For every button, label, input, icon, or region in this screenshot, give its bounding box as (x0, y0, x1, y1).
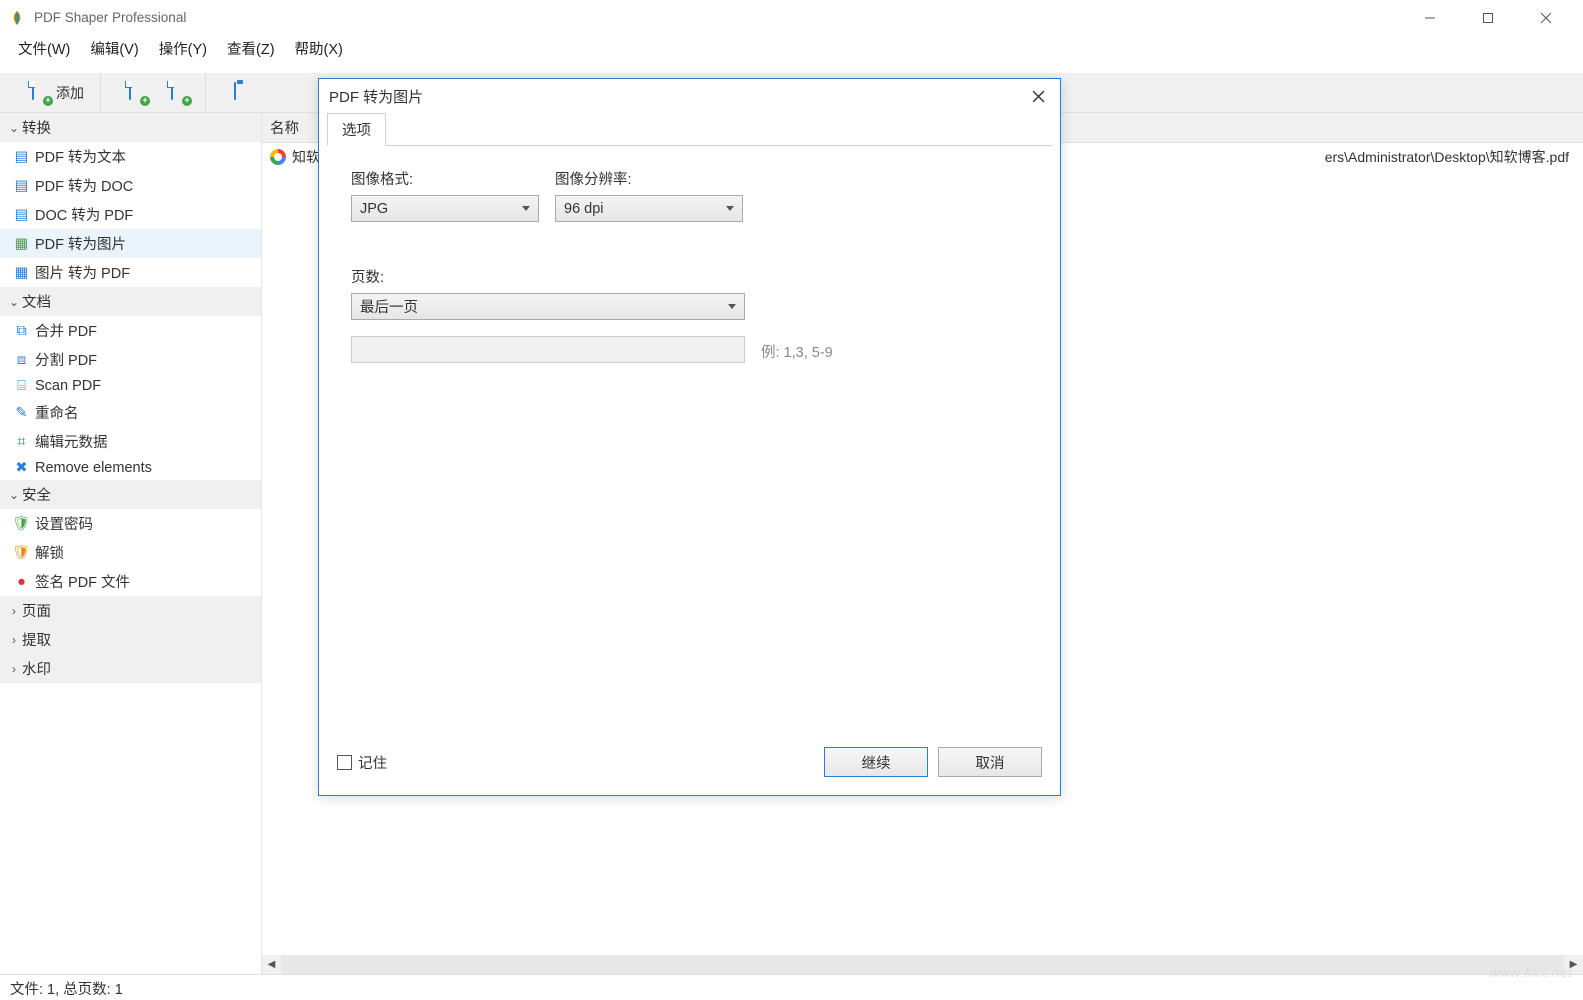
add-doc-icon: + (171, 83, 189, 103)
file-name-truncated: 知软 (292, 147, 320, 167)
dialog-body: 图像格式: JPG 图像分辨率: 96 dpi 页数: 最后一页 例: 1,3,… (319, 146, 1060, 741)
watermark: www.kkx.net (1490, 965, 1573, 980)
tree-item-image-to-pdf[interactable]: ▦图片 转为 PDF (0, 258, 261, 287)
tree-item-unlock[interactable]: 🛡解锁 (0, 538, 261, 567)
add-folder-button[interactable]: + (121, 79, 155, 107)
dialog-close-button[interactable] (1026, 84, 1050, 108)
horizontal-scrollbar[interactable]: ◀ ▶ (0, 955, 1583, 974)
split-icon: ⧈ (14, 352, 29, 367)
select-image-format[interactable]: JPG (351, 195, 539, 222)
scan-icon: ⌸ (14, 379, 29, 394)
remember-checkbox[interactable]: 记住 (337, 752, 387, 773)
scroll-track[interactable] (281, 955, 1564, 974)
file-path-tail: ers\Administrator\Desktop\知软博客.pdf (1325, 147, 1569, 167)
merge-icon: ⧉ (14, 323, 29, 338)
scroll-left-button[interactable]: ◀ (262, 955, 281, 974)
rename-icon: ✎ (14, 405, 29, 420)
menu-file[interactable]: 文件(W) (8, 34, 80, 63)
tree-item-merge[interactable]: ⧉合并 PDF (0, 316, 261, 345)
tree-group-extract[interactable]: ›提取 (0, 625, 261, 654)
window-controls (1401, 0, 1575, 35)
tree-group-watermark[interactable]: ›水印 (0, 654, 261, 683)
cancel-button[interactable]: 取消 (938, 747, 1042, 777)
titlebar: PDF Shaper Professional (0, 0, 1583, 35)
dialog-tab-options[interactable]: 选项 (327, 113, 386, 146)
shield-icon: 🛡 (14, 516, 29, 531)
close-button[interactable] (1517, 0, 1575, 35)
chrome-icon (270, 149, 286, 165)
tree-group-security[interactable]: ⌄安全 (0, 480, 261, 509)
tree-group-document[interactable]: ⌄文档 (0, 287, 261, 316)
tree-item-scan[interactable]: ⌸Scan PDF (0, 374, 261, 398)
add-button[interactable]: + 添加 (24, 79, 92, 107)
tree-item-remove-elements[interactable]: ✖Remove elements (0, 456, 261, 480)
pages-range-input (351, 336, 745, 363)
add-button-label: 添加 (56, 83, 84, 103)
tree-item-split[interactable]: ⧈分割 PDF (0, 345, 261, 374)
tree-item-pdf-to-doc[interactable]: ▤PDF 转为 DOC (0, 171, 261, 200)
clipboard-icon (234, 83, 252, 103)
app-logo-icon (8, 9, 26, 27)
image-to-pdf-icon: ▦ (14, 265, 29, 280)
tree-item-pdf-to-text[interactable]: ▤PDF 转为文本 (0, 142, 261, 171)
image-file-icon: ▦ (14, 236, 29, 251)
unlock-icon: 🛡 (14, 545, 29, 560)
tree-item-pdf-to-image[interactable]: ▦PDF 转为图片 (0, 229, 261, 258)
menu-edit[interactable]: 编辑(V) (80, 34, 148, 63)
add-file-icon: + (32, 83, 50, 103)
label-image-format: 图像格式: (351, 168, 539, 189)
doc-file-icon: ▤ (14, 178, 29, 193)
menu-help[interactable]: 帮助(X) (285, 34, 353, 63)
minimize-button[interactable] (1401, 0, 1459, 35)
tree-group-pages[interactable]: ›页面 (0, 596, 261, 625)
tree-group-convert[interactable]: ⌄转换 (0, 113, 261, 142)
dialog-tabs: 选项 (327, 113, 1052, 146)
label-pages: 页数: (351, 266, 1028, 287)
pdf-file-icon: ▤ (14, 207, 29, 222)
select-dpi[interactable]: 96 dpi (555, 195, 743, 222)
remove-elements-icon: ✖ (14, 461, 29, 476)
metadata-icon: ⌗ (14, 434, 29, 449)
maximize-button[interactable] (1459, 0, 1517, 35)
paste-button[interactable] (226, 79, 260, 107)
label-dpi: 图像分辨率: (555, 168, 743, 189)
dialog-title: PDF 转为图片 (329, 86, 423, 107)
text-file-icon: ▤ (14, 149, 29, 164)
pages-example-hint: 例: 1,3, 5-9 (761, 337, 833, 362)
add-doc-button[interactable]: + (163, 79, 197, 107)
dialog-titlebar: PDF 转为图片 (319, 79, 1060, 113)
tree-item-metadata[interactable]: ⌗编辑元数据 (0, 427, 261, 456)
dialog-footer: 记住 继续 取消 (319, 741, 1060, 795)
checkbox-box-icon (337, 755, 352, 770)
add-folder-icon: + (129, 83, 147, 103)
menu-action[interactable]: 操作(Y) (149, 34, 217, 63)
stamp-icon: ● (14, 574, 29, 589)
menu-view[interactable]: 查看(Z) (217, 34, 285, 63)
sidebar: ⌄转换 ▤PDF 转为文本 ▤PDF 转为 DOC ▤DOC 转为 PDF ▦P… (0, 113, 262, 955)
tree-item-rename[interactable]: ✎重命名 (0, 398, 261, 427)
tree-item-doc-to-pdf[interactable]: ▤DOC 转为 PDF (0, 200, 261, 229)
tree-item-password[interactable]: 🛡设置密码 (0, 509, 261, 538)
select-pages[interactable]: 最后一页 (351, 293, 745, 320)
continue-button[interactable]: 继续 (824, 747, 928, 777)
statusbar: 文件: 1, 总页数: 1 (0, 974, 1583, 1000)
menubar: 文件(W) 编辑(V) 操作(Y) 查看(Z) 帮助(X) (0, 35, 1583, 63)
app-title: PDF Shaper Professional (34, 10, 1401, 25)
tree-item-sign[interactable]: ●签名 PDF 文件 (0, 567, 261, 596)
dialog-pdf-to-image: PDF 转为图片 选项 图像格式: JPG 图像分辨率: 96 dpi 页数: … (318, 78, 1061, 796)
